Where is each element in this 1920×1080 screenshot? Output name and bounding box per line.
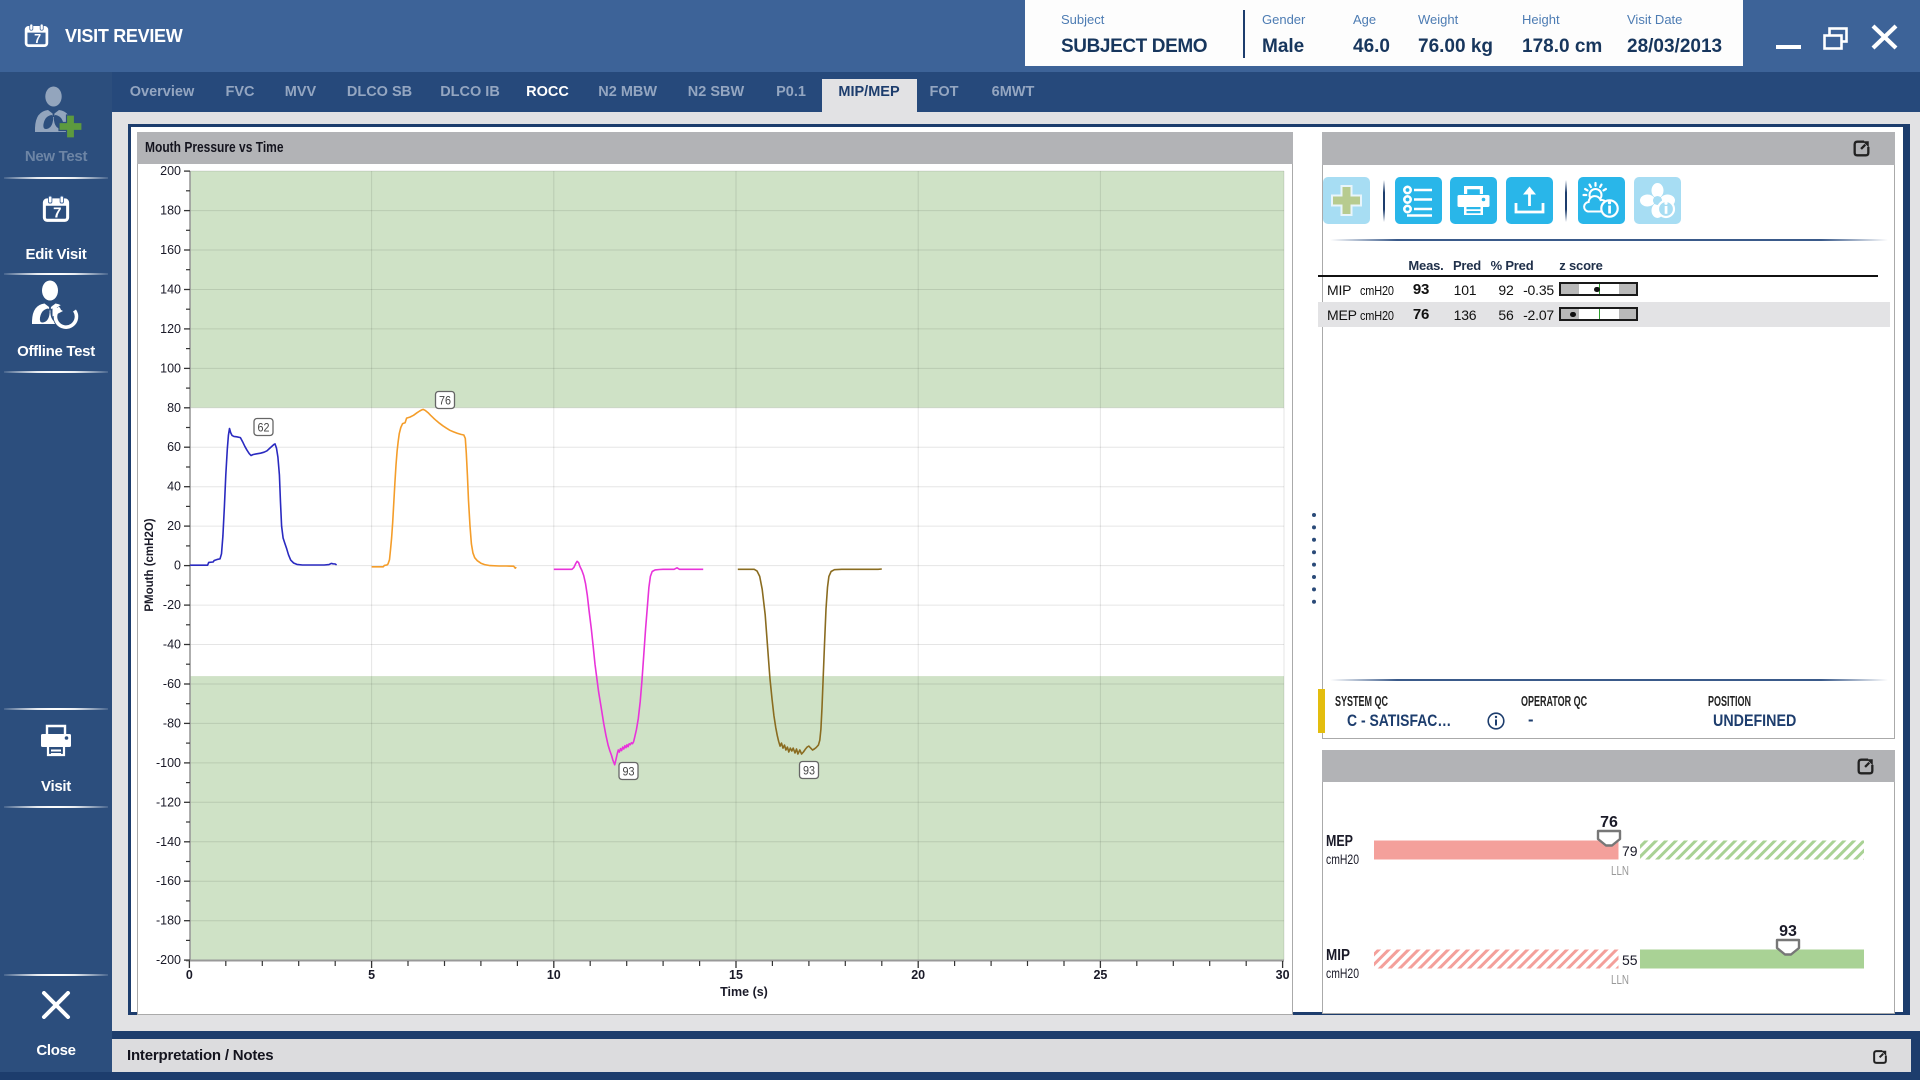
svg-text:15: 15 — [729, 968, 743, 982]
svg-text:cmH20: cmH20 — [1326, 852, 1359, 867]
svg-text:Time (s): Time (s) — [720, 985, 768, 999]
svg-text:60: 60 — [167, 440, 181, 454]
svg-text:-40: -40 — [163, 638, 181, 652]
svg-text:120: 120 — [160, 322, 181, 336]
svg-text:5: 5 — [368, 968, 375, 982]
svg-text:PMouth (cmH2O): PMouth (cmH2O) — [144, 518, 156, 611]
svg-text:55: 55 — [1622, 952, 1638, 968]
svg-text:40: 40 — [167, 480, 181, 494]
svg-text:cmH20: cmH20 — [1326, 966, 1359, 981]
svg-text:-140: -140 — [156, 835, 181, 849]
svg-text:160: 160 — [160, 243, 181, 257]
svg-text:100: 100 — [160, 361, 181, 375]
svg-text:-80: -80 — [163, 716, 181, 730]
svg-text:180: 180 — [160, 204, 181, 218]
svg-text:30: 30 — [1276, 968, 1290, 982]
svg-text:7: 7 — [53, 205, 61, 222]
svg-text:7: 7 — [34, 32, 41, 46]
svg-text:LLN: LLN — [1611, 863, 1629, 878]
svg-text:-20: -20 — [163, 598, 181, 612]
svg-text:20: 20 — [911, 968, 925, 982]
svg-text:0: 0 — [174, 559, 181, 573]
svg-text:200: 200 — [160, 164, 181, 178]
svg-text:140: 140 — [160, 283, 181, 297]
svg-text:0: 0 — [186, 968, 193, 982]
svg-text:LLN: LLN — [1611, 972, 1629, 987]
svg-text:MIP: MIP — [1326, 947, 1350, 964]
svg-text:MEP: MEP — [1326, 833, 1353, 850]
svg-text:93: 93 — [803, 766, 815, 778]
svg-text:76: 76 — [439, 396, 451, 408]
svg-text:20: 20 — [167, 519, 181, 533]
svg-text:80: 80 — [167, 401, 181, 415]
svg-text:79: 79 — [1622, 843, 1638, 859]
svg-text:-160: -160 — [156, 874, 181, 888]
svg-text:25: 25 — [1093, 968, 1107, 982]
svg-text:-120: -120 — [156, 795, 181, 809]
svg-text:-200: -200 — [156, 953, 181, 967]
svg-text:-60: -60 — [163, 677, 181, 691]
svg-text:62: 62 — [258, 423, 270, 435]
svg-text:-100: -100 — [156, 756, 181, 770]
svg-text:93: 93 — [623, 767, 635, 779]
svg-text:10: 10 — [547, 968, 561, 982]
svg-text:-180: -180 — [156, 914, 181, 928]
